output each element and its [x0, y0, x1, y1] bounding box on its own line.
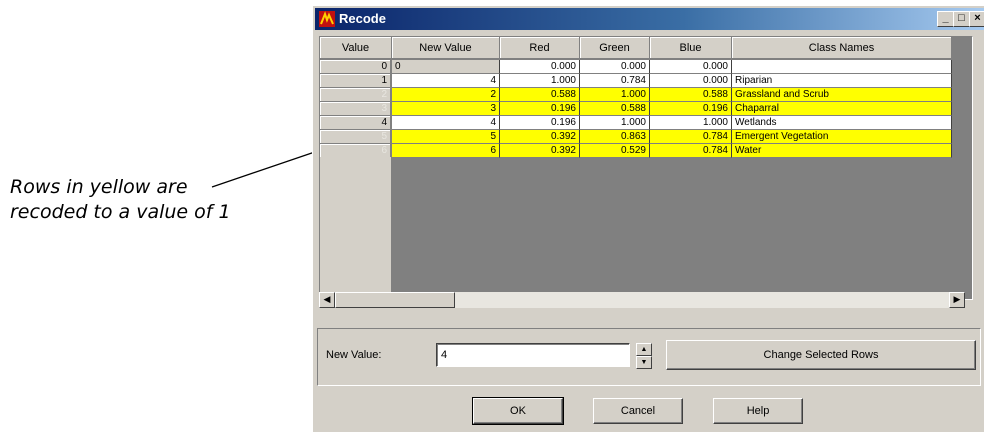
scroll-left-icon[interactable]: ◀ — [319, 292, 335, 308]
recode-table: Value New Value Red Green Blue Class Nam… — [319, 36, 973, 300]
row-header-filler — [320, 157, 391, 299]
change-selected-rows-button[interactable]: Change Selected Rows — [666, 340, 976, 370]
table-cell-class-name[interactable]: Chaparral — [732, 102, 952, 116]
table-cell-class-name[interactable]: Water — [732, 144, 952, 158]
table-cell-green[interactable]: 1.000 — [580, 116, 650, 130]
table-cell-class-name[interactable]: Emergent Vegetation — [732, 130, 952, 144]
table-cell-blue[interactable]: 1.000 — [650, 116, 732, 130]
table-cell-class-name[interactable]: Riparian — [732, 74, 952, 88]
table-cell-blue[interactable]: 0.588 — [650, 88, 732, 102]
new-value-input[interactable]: 4 — [436, 343, 630, 367]
table-cell-green[interactable]: 0.000 — [580, 60, 650, 74]
scroll-up-icon[interactable]: ▲ — [972, 39, 973, 55]
column-header-class-names[interactable]: Class Names — [732, 37, 952, 59]
minimize-button[interactable]: _ — [937, 11, 954, 27]
table-cell-green[interactable]: 0.529 — [580, 144, 650, 158]
scroll-right-icon[interactable]: ▶ — [949, 292, 965, 308]
row-header[interactable]: 4 — [320, 116, 391, 130]
spin-up-icon[interactable]: ▲ — [636, 343, 652, 356]
table-cell-new-value[interactable]: 2 — [392, 88, 500, 102]
table-cell-blue[interactable]: 0.000 — [650, 74, 732, 88]
ok-button[interactable]: OK — [472, 397, 564, 425]
table-cell-green[interactable]: 0.784 — [580, 74, 650, 88]
window-title: Recode — [339, 11, 386, 26]
cancel-button[interactable]: Cancel — [593, 398, 683, 424]
app-icon — [319, 11, 335, 27]
help-button[interactable]: Help — [713, 398, 803, 424]
new-value-panel: New Value: 4 ▲ ▼ Change Selected Rows — [317, 328, 981, 386]
table-cell-blue[interactable]: 0.784 — [650, 144, 732, 158]
callout-line-2: recoded to a value of 1 — [10, 201, 231, 223]
table-cell-red[interactable]: 0.392 — [500, 144, 580, 158]
row-header[interactable]: 5 — [320, 130, 391, 144]
row-header[interactable]: 0 — [320, 60, 391, 74]
table-cell-green[interactable]: 0.863 — [580, 130, 650, 144]
column-header-value[interactable]: Value — [320, 37, 392, 59]
vertical-scrollbar[interactable]: ▲ ▼ — [972, 37, 973, 299]
table-cell-red[interactable]: 0.588 — [500, 88, 580, 102]
scroll-thumb[interactable] — [335, 292, 455, 308]
table-cell-green[interactable]: 0.588 — [580, 102, 650, 116]
table-cell-blue[interactable]: 0.784 — [650, 130, 732, 144]
title-bar[interactable]: Recode _ □ × — [315, 8, 984, 30]
table-cell-blue[interactable]: 0.000 — [650, 60, 732, 74]
table-cell-green[interactable]: 1.000 — [580, 88, 650, 102]
table-cell-class-name[interactable]: Grassland and Scrub — [732, 88, 952, 102]
column-header-red[interactable]: Red — [500, 37, 580, 59]
maximize-button[interactable]: □ — [953, 11, 970, 27]
row-header[interactable]: 6 — [320, 144, 391, 158]
table-cell-red[interactable]: 1.000 — [500, 74, 580, 88]
table-cell-new-value[interactable]: 5 — [392, 130, 500, 144]
column-header-new-value[interactable]: New Value — [392, 37, 500, 59]
column-header-blue[interactable]: Blue — [650, 37, 732, 59]
table-cell-blue[interactable]: 0.196 — [650, 102, 732, 116]
table-cell-new-value[interactable]: 3 — [392, 102, 500, 116]
table-cell-new-value[interactable]: 4 — [392, 116, 500, 130]
table-cell-new-value[interactable]: 6 — [392, 144, 500, 158]
new-value-label: New Value: — [326, 349, 382, 361]
table-cell-new-value[interactable]: 0 — [392, 60, 500, 74]
row-header[interactable]: 2 — [320, 88, 391, 102]
table-cell-red[interactable]: 0.196 — [500, 116, 580, 130]
row-header[interactable]: 3 — [320, 102, 391, 116]
callout-annotation: Rows in yellow are recoded to a value of… — [10, 175, 310, 225]
horizontal-scrollbar[interactable]: ◀ ▶ — [319, 292, 965, 308]
table-cell-red[interactable]: 0.196 — [500, 102, 580, 116]
new-value-spinner[interactable]: ▲ ▼ — [636, 343, 652, 369]
recode-window: Recode _ □ × Value New Value Red Green B… — [312, 5, 984, 432]
table-cell-class-name[interactable] — [732, 60, 952, 74]
column-header-green[interactable]: Green — [580, 37, 650, 59]
row-header[interactable]: 1 — [320, 74, 391, 88]
spin-down-icon[interactable]: ▼ — [636, 356, 652, 369]
table-cell-red[interactable]: 0.000 — [500, 60, 580, 74]
close-button[interactable]: × — [969, 11, 984, 27]
table-cell-red[interactable]: 0.392 — [500, 130, 580, 144]
scroll-down-icon[interactable]: ▼ — [972, 269, 973, 285]
callout-line-1: Rows in yellow are — [10, 176, 188, 198]
table-cell-new-value[interactable]: 4 — [392, 74, 500, 88]
table-cell-class-name[interactable]: Wetlands — [732, 116, 952, 130]
